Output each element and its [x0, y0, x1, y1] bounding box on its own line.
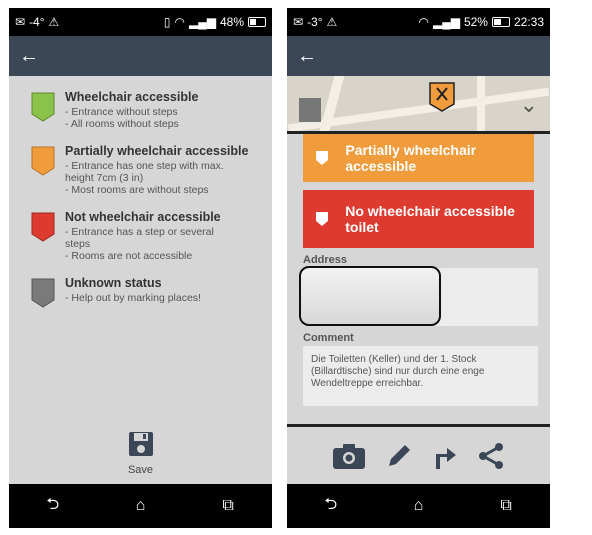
map-preview[interactable]: ⌄: [287, 76, 550, 131]
wifi-icon: ◠: [174, 15, 185, 29]
nav-home-icon[interactable]: ⌂: [398, 497, 438, 515]
wifi-icon: ◠: [418, 15, 429, 29]
badge-label: No wheelchair accessible toilet: [345, 203, 515, 235]
legend-desc: - Entrance has a step or several steps - R…: [65, 226, 214, 262]
battery-icon: [248, 17, 266, 27]
map-gray-marker[interactable]: [299, 98, 321, 122]
signal-icon: ▂▄▆: [432, 15, 460, 29]
pencil-icon[interactable]: [385, 442, 413, 470]
legend-title: Not wheelchair accessible: [65, 210, 221, 224]
battery-percent: 52%: [463, 15, 488, 29]
legend-title: Wheelchair accessible: [65, 90, 199, 104]
legend-item-accessible: Wheelchair accessible - Entrance without…: [31, 90, 256, 130]
legend-desc: - Entrance without steps - All rooms with…: [65, 106, 179, 130]
legend-title: Unknown status: [65, 276, 162, 290]
temperature-text: -3°: [307, 15, 323, 29]
place-detail-screen: ✉ -3° ⚠ ◠ ▂▄▆ 52% 22:33 ← ⌄ Partially wh…: [287, 8, 550, 528]
nav-back-icon[interactable]: ⮌: [33, 493, 73, 520]
share-icon[interactable]: [477, 442, 505, 470]
legend-desc: - Entrance has one step with max. height …: [65, 160, 224, 196]
warning-icon: ⚠: [48, 15, 60, 29]
marker-icon: [313, 212, 331, 226]
address-field[interactable]: [299, 266, 538, 326]
badge-label: Partially wheelchair accessible: [345, 142, 477, 174]
status-bar: ✉ -4° ⚠ ▯ ◠ ▂▄▆ 48%: [9, 8, 272, 36]
legend-list: Wheelchair accessible - Entrance without…: [9, 76, 272, 308]
floppy-disk-icon: [128, 432, 153, 456]
warning-icon: ⚠: [326, 15, 338, 29]
legend-screen: ✉ -4° ⚠ ▯ ◠ ▂▄▆ 48% ← Wheelchair accessi…: [9, 8, 272, 528]
battery-percent: 48%: [219, 15, 244, 29]
android-nav-bar: ⮌ ⌂ ⧉: [287, 484, 550, 528]
nav-home-icon[interactable]: ⌂: [120, 497, 160, 515]
red-marker-icon: [31, 212, 55, 242]
save-label: Save: [127, 464, 154, 476]
legend-item-partial: Partially wheelchair accessible - Entran…: [31, 144, 256, 196]
temperature-text: -4°: [29, 15, 45, 29]
directions-icon[interactable]: [432, 442, 458, 470]
nav-recents-icon[interactable]: ⧉: [486, 497, 526, 515]
nav-back-icon[interactable]: ⮌: [311, 493, 351, 520]
back-arrow-icon[interactable]: ←: [19, 45, 39, 68]
clock-text: 22:33: [513, 15, 544, 29]
map-road: [477, 76, 485, 131]
legend-title: Partially wheelchair accessible: [65, 144, 249, 158]
nav-recents-icon[interactable]: ⧉: [208, 497, 248, 515]
comment-label: Comment: [303, 332, 354, 344]
accessibility-badge: Partially wheelchair accessible: [303, 134, 534, 182]
legend-desc: - Help out by marking places!: [65, 292, 201, 304]
signal-icon: ▂▄▆: [189, 15, 216, 29]
save-button[interactable]: Save: [9, 430, 272, 476]
back-arrow-icon[interactable]: ←: [297, 45, 317, 68]
status-bar: ✉ -3° ⚠ ◠ ▂▄▆ 52% 22:33: [287, 8, 550, 36]
action-bar: [287, 424, 550, 484]
orange-marker-icon: [31, 146, 55, 176]
address-label: Address: [303, 254, 348, 266]
chevron-down-icon[interactable]: ⌄: [520, 92, 538, 118]
message-icon: ✉: [15, 15, 26, 29]
app-toolbar: ←: [287, 36, 550, 76]
green-marker-icon: [31, 92, 55, 122]
android-nav-bar: ⮌ ⌂ ⧉: [9, 484, 272, 528]
app-toolbar: ←: [9, 36, 272, 76]
camera-icon[interactable]: [332, 442, 366, 470]
legend-item-unknown: Unknown status - Help out by marking pla…: [31, 276, 256, 308]
comment-field[interactable]: Die Toiletten (Keller) und der 1. Stock …: [303, 346, 538, 406]
legend-item-not-accessible: Not wheelchair accessible - Entrance has…: [31, 210, 256, 262]
vibrate-icon: ▯: [163, 15, 171, 29]
toilet-badge: No wheelchair accessible toilet: [303, 190, 534, 248]
message-icon: ✉: [293, 15, 304, 29]
address-highlight[interactable]: [299, 266, 441, 326]
restaurant-marker-icon[interactable]: [429, 82, 455, 112]
battery-icon: [491, 17, 510, 27]
gray-marker-icon: [31, 278, 55, 308]
marker-icon: [313, 151, 331, 165]
